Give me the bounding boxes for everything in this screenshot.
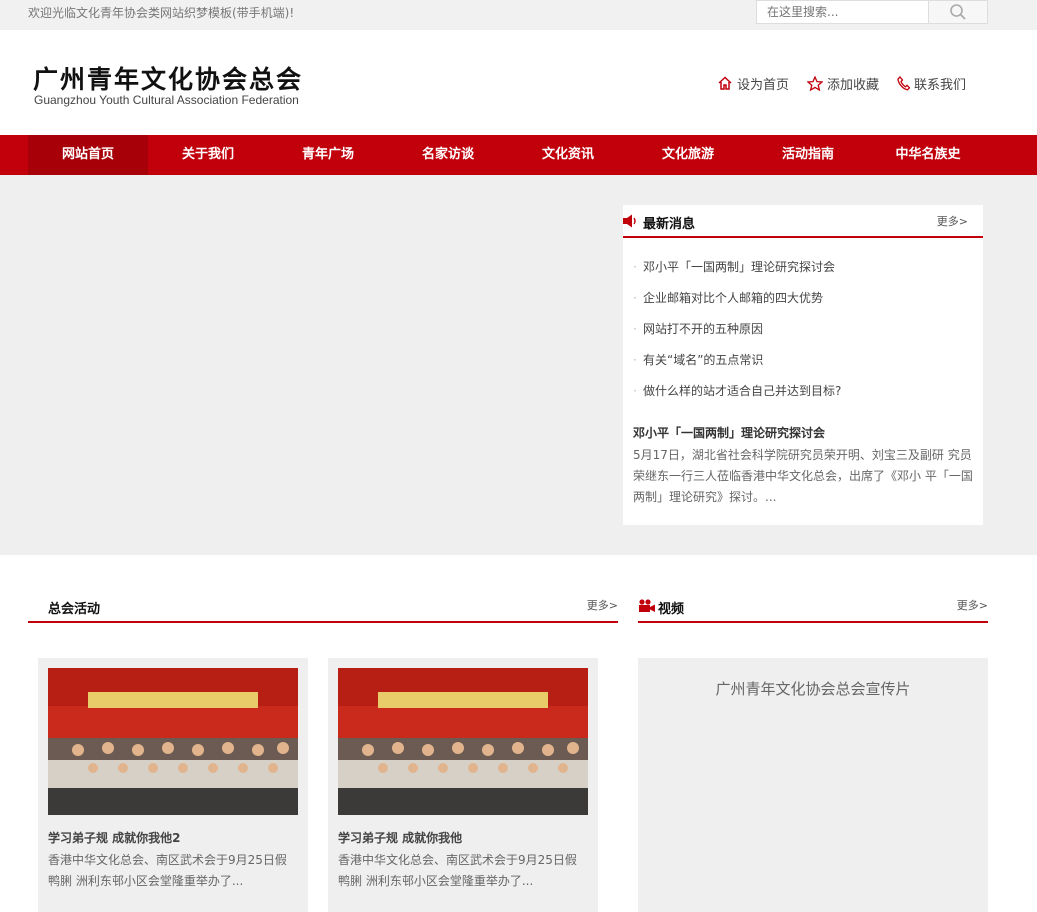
news-item[interactable]: 做什么样的站才适合自己并达到目标? (633, 383, 841, 414)
news-list: 邓小平「一国两制」理论研究探讨会 企业邮箱对比个人邮箱的四大优势 网站打不开的五… (633, 259, 841, 414)
search-input[interactable] (757, 1, 928, 23)
promo-video-player[interactable]: 广州青年文化协会总会宣传片 (638, 658, 988, 912)
latest-news-header: 最新消息 更多> (623, 205, 983, 238)
video-title: 视频 (658, 602, 685, 617)
nav-item-youth-square[interactable]: 青年广场 (268, 135, 388, 175)
set-homepage-label: 设为首页 (737, 78, 790, 93)
activity-card[interactable]: 学习弟子规 成就你我他2 香港中华文化总会、南区武术会于9月25日假鸭脷 洲利东… (38, 658, 308, 912)
search-box (756, 0, 988, 24)
welcome-text: 欢迎光临文化青年协会类网站织梦模板(带手机端)! (28, 6, 295, 20)
news-item[interactable]: 邓小平「一国两制」理论研究探讨会 (633, 259, 841, 290)
star-icon (807, 76, 824, 91)
activities-header: 总会活动 更多> (28, 593, 618, 623)
activities-title: 总会活动 (48, 602, 101, 617)
home-icon (718, 76, 732, 90)
activity-photo[interactable] (48, 668, 298, 815)
news-item[interactable]: 有关“域名”的五点常识 (633, 352, 841, 383)
featured-news-summary: 5月17日，湖北省社会科学院研究员荣开明、刘宝三及副研 究员荣继东一行三人莅临香… (633, 448, 973, 504)
top-bar: 欢迎光临文化青年协会类网站织梦模板(带手机端)! (0, 0, 1037, 30)
site-logo-title[interactable]: 广州青年文化协会总会 (33, 60, 303, 96)
set-homepage-link[interactable]: 设为首页 (717, 74, 789, 93)
latest-news-panel: 最新消息 更多> 邓小平「一国两制」理论研究探讨会 企业邮箱对比个人邮箱的四大优… (623, 205, 983, 525)
nav-item-culture-news[interactable]: 文化资讯 (508, 135, 628, 175)
nav-item-home[interactable]: 网站首页 (28, 135, 148, 175)
nav-item-activity-guide[interactable]: 活动指南 (748, 135, 868, 175)
activities-more-link[interactable]: 更多> (587, 597, 618, 613)
nav-item-chinese-history[interactable]: 中华名族史 (868, 135, 988, 175)
contact-us-link[interactable]: 联系我们 (897, 74, 966, 93)
video-header: 视频 更多> (638, 593, 988, 623)
featured-news-title[interactable]: 邓小平「一国两制」理论研究探讨会 (633, 424, 825, 441)
news-item[interactable]: 网站打不开的五种原因 (633, 321, 841, 352)
nav-item-interviews[interactable]: 名家访谈 (388, 135, 508, 175)
latest-news-title: 最新消息 (643, 217, 696, 232)
contact-us-label: 联系我们 (914, 78, 967, 93)
video-more-link[interactable]: 更多> (957, 597, 988, 613)
latest-news-more-link[interactable]: 更多> (937, 213, 968, 229)
news-item[interactable]: 企业邮箱对比个人邮箱的四大优势 (633, 290, 841, 321)
add-favorite-label: 添加收藏 (827, 78, 880, 93)
header-links: 设为首页 添加收藏 联系我们 (717, 74, 966, 93)
video-camera-icon (639, 599, 655, 612)
site-logo-subtitle: Guangzhou Youth Cultural Association Fed… (34, 93, 299, 107)
speaker-icon (623, 214, 636, 228)
activity-summary: 香港中华文化总会、南区武术会于9月25日假鸭脷 洲利东邨小区会堂隆重举办了... (48, 853, 287, 888)
activity-card[interactable]: 学习弟子规 成就你我他 香港中华文化总会、南区武术会于9月25日假鸭脷 洲利东邨… (328, 658, 598, 912)
search-button[interactable] (927, 1, 987, 23)
search-icon (949, 4, 966, 20)
nav-item-about[interactable]: 关于我们 (148, 135, 268, 175)
activity-summary: 香港中华文化总会、南区武术会于9月25日假鸭脷 洲利东邨小区会堂隆重举办了... (338, 853, 577, 888)
activity-photo[interactable] (338, 668, 588, 815)
main-nav: 网站首页 关于我们 青年广场 名家访谈 文化资讯 文化旅游 活动指南 中华名族史 (0, 135, 1037, 175)
activity-title[interactable]: 学习弟子规 成就你我他 (338, 829, 462, 846)
activity-title[interactable]: 学习弟子规 成就你我他2 (48, 829, 181, 846)
promo-video-caption: 广州青年文化协会总会宣传片 (715, 680, 911, 698)
group-photo-image (48, 668, 298, 815)
nav-item-culture-travel[interactable]: 文化旅游 (628, 135, 748, 175)
phone-icon (897, 76, 911, 91)
group-photo-image (338, 668, 588, 815)
add-favorite-link[interactable]: 添加收藏 (807, 74, 879, 93)
